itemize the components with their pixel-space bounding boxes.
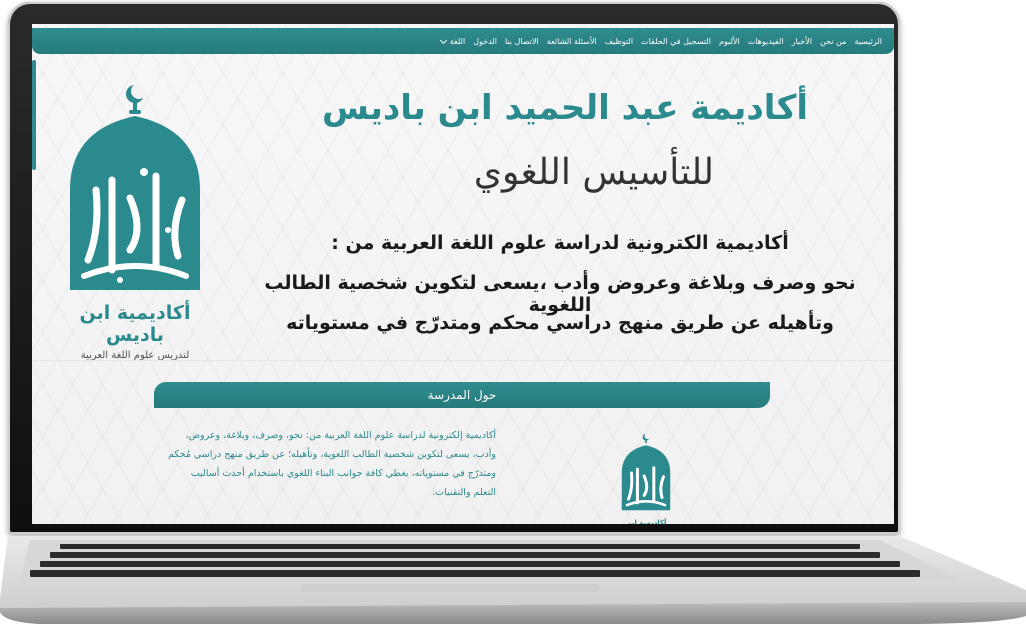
nav-language[interactable]: اللغة xyxy=(439,36,466,46)
about-text: أكاديمية إلكترونية لدراسة علوم اللغة الع… xyxy=(168,430,496,498)
website-screen: الرئيسية من نحن الأخبار الفيديوهات الألب… xyxy=(32,24,894,524)
mosque-logo-icon xyxy=(70,83,200,290)
nav-faq[interactable]: الأسئلة الشائعة xyxy=(547,37,597,46)
hero-description-line-3: وتأهيله عن طريق منهج دراسي محكم ومتدرّج … xyxy=(286,312,834,334)
nav-registration[interactable]: التسجيل في الحلقات xyxy=(641,37,711,46)
nav-news[interactable]: الأخبار xyxy=(792,37,812,46)
hero-description-line-1: أكاديمية الكترونية لدراسة علوم اللغة الع… xyxy=(331,232,789,254)
nav-album[interactable]: الألبوم xyxy=(719,37,740,46)
nav-videos[interactable]: الفيديوهات xyxy=(748,37,784,46)
laptop-keyboard-base xyxy=(0,536,1026,624)
chevron-down-icon xyxy=(439,36,447,44)
top-navbar: الرئيسية من نحن الأخبار الفيديوهات الألب… xyxy=(32,28,894,54)
nav-login[interactable]: الدخول xyxy=(473,37,497,46)
page-title: أكاديمة عبد الحميد ابن باديس xyxy=(322,88,808,128)
about-logo-name: أكاديمية ابن باديس xyxy=(625,519,667,524)
section-divider xyxy=(32,360,894,361)
scrollbar[interactable] xyxy=(32,60,36,170)
nav-contact[interactable]: الاتصال بنا xyxy=(505,37,539,46)
about-logo: أكاديمية ابن باديس لتدريس علوم اللغة الع… xyxy=(616,432,676,524)
nav-language-label: اللغة xyxy=(449,36,466,46)
hero-description-line-2: نحو وصرف وبلاغة وعروض وأدب ،يسعى لتكوين … xyxy=(264,272,856,316)
page-subtitle: للتأسيس اللغوي xyxy=(473,152,714,193)
logo-name: أكاديمية ابن باديس xyxy=(79,302,191,346)
academy-logo: أكاديمية ابن باديس لتدريس علوم اللغة الع… xyxy=(60,80,210,361)
nav-home[interactable]: الرئيسية xyxy=(854,37,882,46)
nav-jobs[interactable]: التوظيف xyxy=(605,37,633,46)
laptop-bezel: الرئيسية من نحن الأخبار الفيديوهات الألب… xyxy=(8,2,900,534)
about-section-header: حول المدرسة xyxy=(154,382,770,408)
mosque-logo-icon xyxy=(621,433,671,511)
nav-about-us[interactable]: من نحن xyxy=(820,37,846,46)
